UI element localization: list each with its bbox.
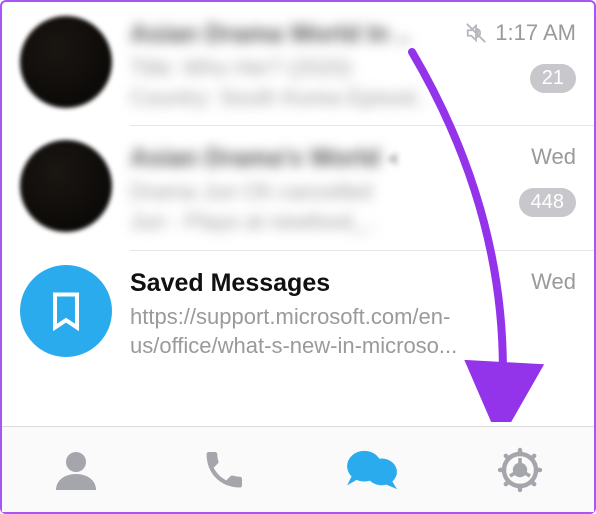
phone-icon: [201, 447, 247, 493]
nav-contacts[interactable]: [44, 438, 108, 502]
nav-calls[interactable]: [192, 438, 256, 502]
chats-icon: [344, 447, 400, 493]
bottom-nav: [2, 426, 594, 512]
chat-title: Asian Drama World In ..: [130, 20, 410, 49]
nav-settings[interactable]: [488, 438, 552, 502]
avatar: [20, 140, 112, 232]
person-icon: [52, 446, 100, 494]
chat-title: Asian Drama's World: [130, 144, 380, 173]
avatar: [20, 16, 112, 108]
annotation-arrow: [382, 42, 562, 422]
nav-chats[interactable]: [340, 438, 404, 502]
mute-icon: [465, 22, 487, 44]
saved-messages-avatar: [20, 265, 112, 357]
bookmark-icon: [44, 289, 88, 333]
chat-title: Saved Messages: [130, 269, 330, 297]
gear-icon: [496, 446, 544, 494]
